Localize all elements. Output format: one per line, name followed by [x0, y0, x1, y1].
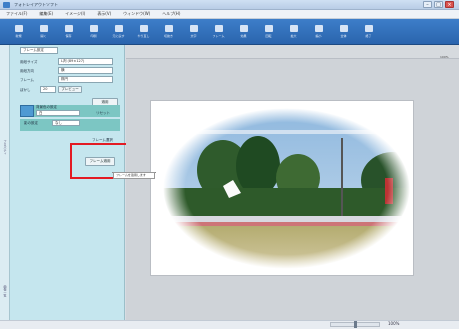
frame-select[interactable]: 楕円 — [58, 76, 113, 83]
toolbar-zoom-in-button[interactable]: 拡大 — [281, 21, 306, 43]
toolbar-rotate-button[interactable]: 回転 — [256, 21, 281, 43]
toolbar-print-button[interactable]: 印刷 — [81, 21, 106, 43]
toolbar-effect-button[interactable]: 効果 — [231, 21, 256, 43]
workspace-ruler — [126, 45, 459, 59]
paper-size-select[interactable]: L判 (89×127) — [58, 58, 113, 65]
toolbar-frame-button[interactable]: フレーム — [206, 21, 231, 43]
paper-size-label: 用紙サイズ — [20, 60, 38, 64]
menu-image[interactable]: イメージ(I) — [65, 11, 85, 17]
maximize-button[interactable]: □ — [434, 1, 443, 8]
color-swatch[interactable] — [20, 105, 34, 117]
toolbar-crop-button[interactable]: 切抜き — [156, 21, 181, 43]
rotate-icon — [264, 25, 273, 32]
reset-label[interactable]: リセット — [96, 111, 110, 116]
zoom-in-icon — [289, 25, 298, 32]
orientation-select[interactable]: 横 — [58, 67, 113, 74]
side-tab-properties[interactable]: プロパティ — [3, 140, 7, 155]
minimize-button[interactable]: – — [423, 1, 432, 8]
menu-edit[interactable]: 編集(E) — [39, 11, 53, 17]
toolbar-fit-button[interactable]: 全体 — [331, 21, 356, 43]
toolbar-open-button[interactable]: 開く — [31, 21, 56, 43]
fit-icon — [339, 25, 348, 32]
menu-help[interactable]: ヘルプ(H) — [162, 11, 180, 17]
toolbar-undo-button[interactable]: 元に戻す — [106, 21, 131, 43]
orientation-label: 用紙方向 — [20, 69, 34, 73]
toolbar: 新規 開く 保存 印刷 元に戻す やり直し 切抜き 文字 フレーム 効果 回転 … — [0, 19, 459, 45]
toolbar-save-button[interactable]: 保存 — [56, 21, 81, 43]
shadow-label: 影の設定 — [24, 121, 38, 125]
blur-input[interactable]: 20 — [40, 86, 56, 93]
photo-oval[interactable] — [163, 108, 410, 269]
frame-icon — [214, 25, 223, 32]
text-icon — [189, 25, 198, 32]
frame-label: フレーム — [20, 78, 34, 82]
undo-icon — [114, 25, 123, 32]
crop-icon — [164, 25, 173, 32]
print-icon — [89, 25, 98, 32]
blur-label: ぼかし — [20, 88, 31, 92]
redo-icon — [139, 25, 148, 32]
open-folder-icon — [39, 25, 48, 32]
zoom-slider-thumb[interactable] — [354, 321, 357, 328]
save-icon — [64, 25, 73, 32]
zoom-out-icon — [314, 25, 323, 32]
window-title: フォトレイアウトソフト — [14, 2, 58, 7]
toolbar-redo-button[interactable]: やり直し — [131, 21, 156, 43]
toolbar-new-button[interactable]: 新規 — [6, 21, 31, 43]
effect-icon — [239, 25, 248, 32]
callout-tooltip: フレームを適用します — [113, 172, 155, 179]
shadow-value-select[interactable]: なし — [52, 120, 80, 126]
toolbar-zoom-out-button[interactable]: 縮小 — [306, 21, 331, 43]
panel-header: フレーム設定 — [20, 47, 58, 54]
side-tab-strip — [0, 45, 10, 320]
menu-window[interactable]: ウィンドウ(W) — [123, 11, 150, 17]
color-value-select[interactable]: 白 — [36, 110, 80, 116]
menu-file[interactable]: ファイル(F) — [6, 11, 27, 17]
status-zoom-text: 100% — [388, 321, 400, 326]
exit-icon — [364, 25, 373, 32]
menu-view[interactable]: 表示(V) — [97, 11, 111, 17]
toolbar-text-button[interactable]: 文字 — [181, 21, 206, 43]
menu-bar: ファイル(F) 編集(E) イメージ(I) 表示(V) ウィンドウ(W) ヘルプ… — [0, 10, 459, 19]
app-icon — [3, 2, 10, 8]
side-tab-image-list[interactable]: 画像一覧 — [3, 285, 7, 297]
close-button[interactable]: × — [445, 1, 454, 8]
title-bar — [0, 0, 459, 10]
toolbar-exit-button[interactable]: 終了 — [356, 21, 381, 43]
new-file-icon — [14, 25, 23, 32]
zoom-label: 100% — [440, 55, 449, 59]
preview-button[interactable]: プレビュー — [58, 86, 82, 93]
